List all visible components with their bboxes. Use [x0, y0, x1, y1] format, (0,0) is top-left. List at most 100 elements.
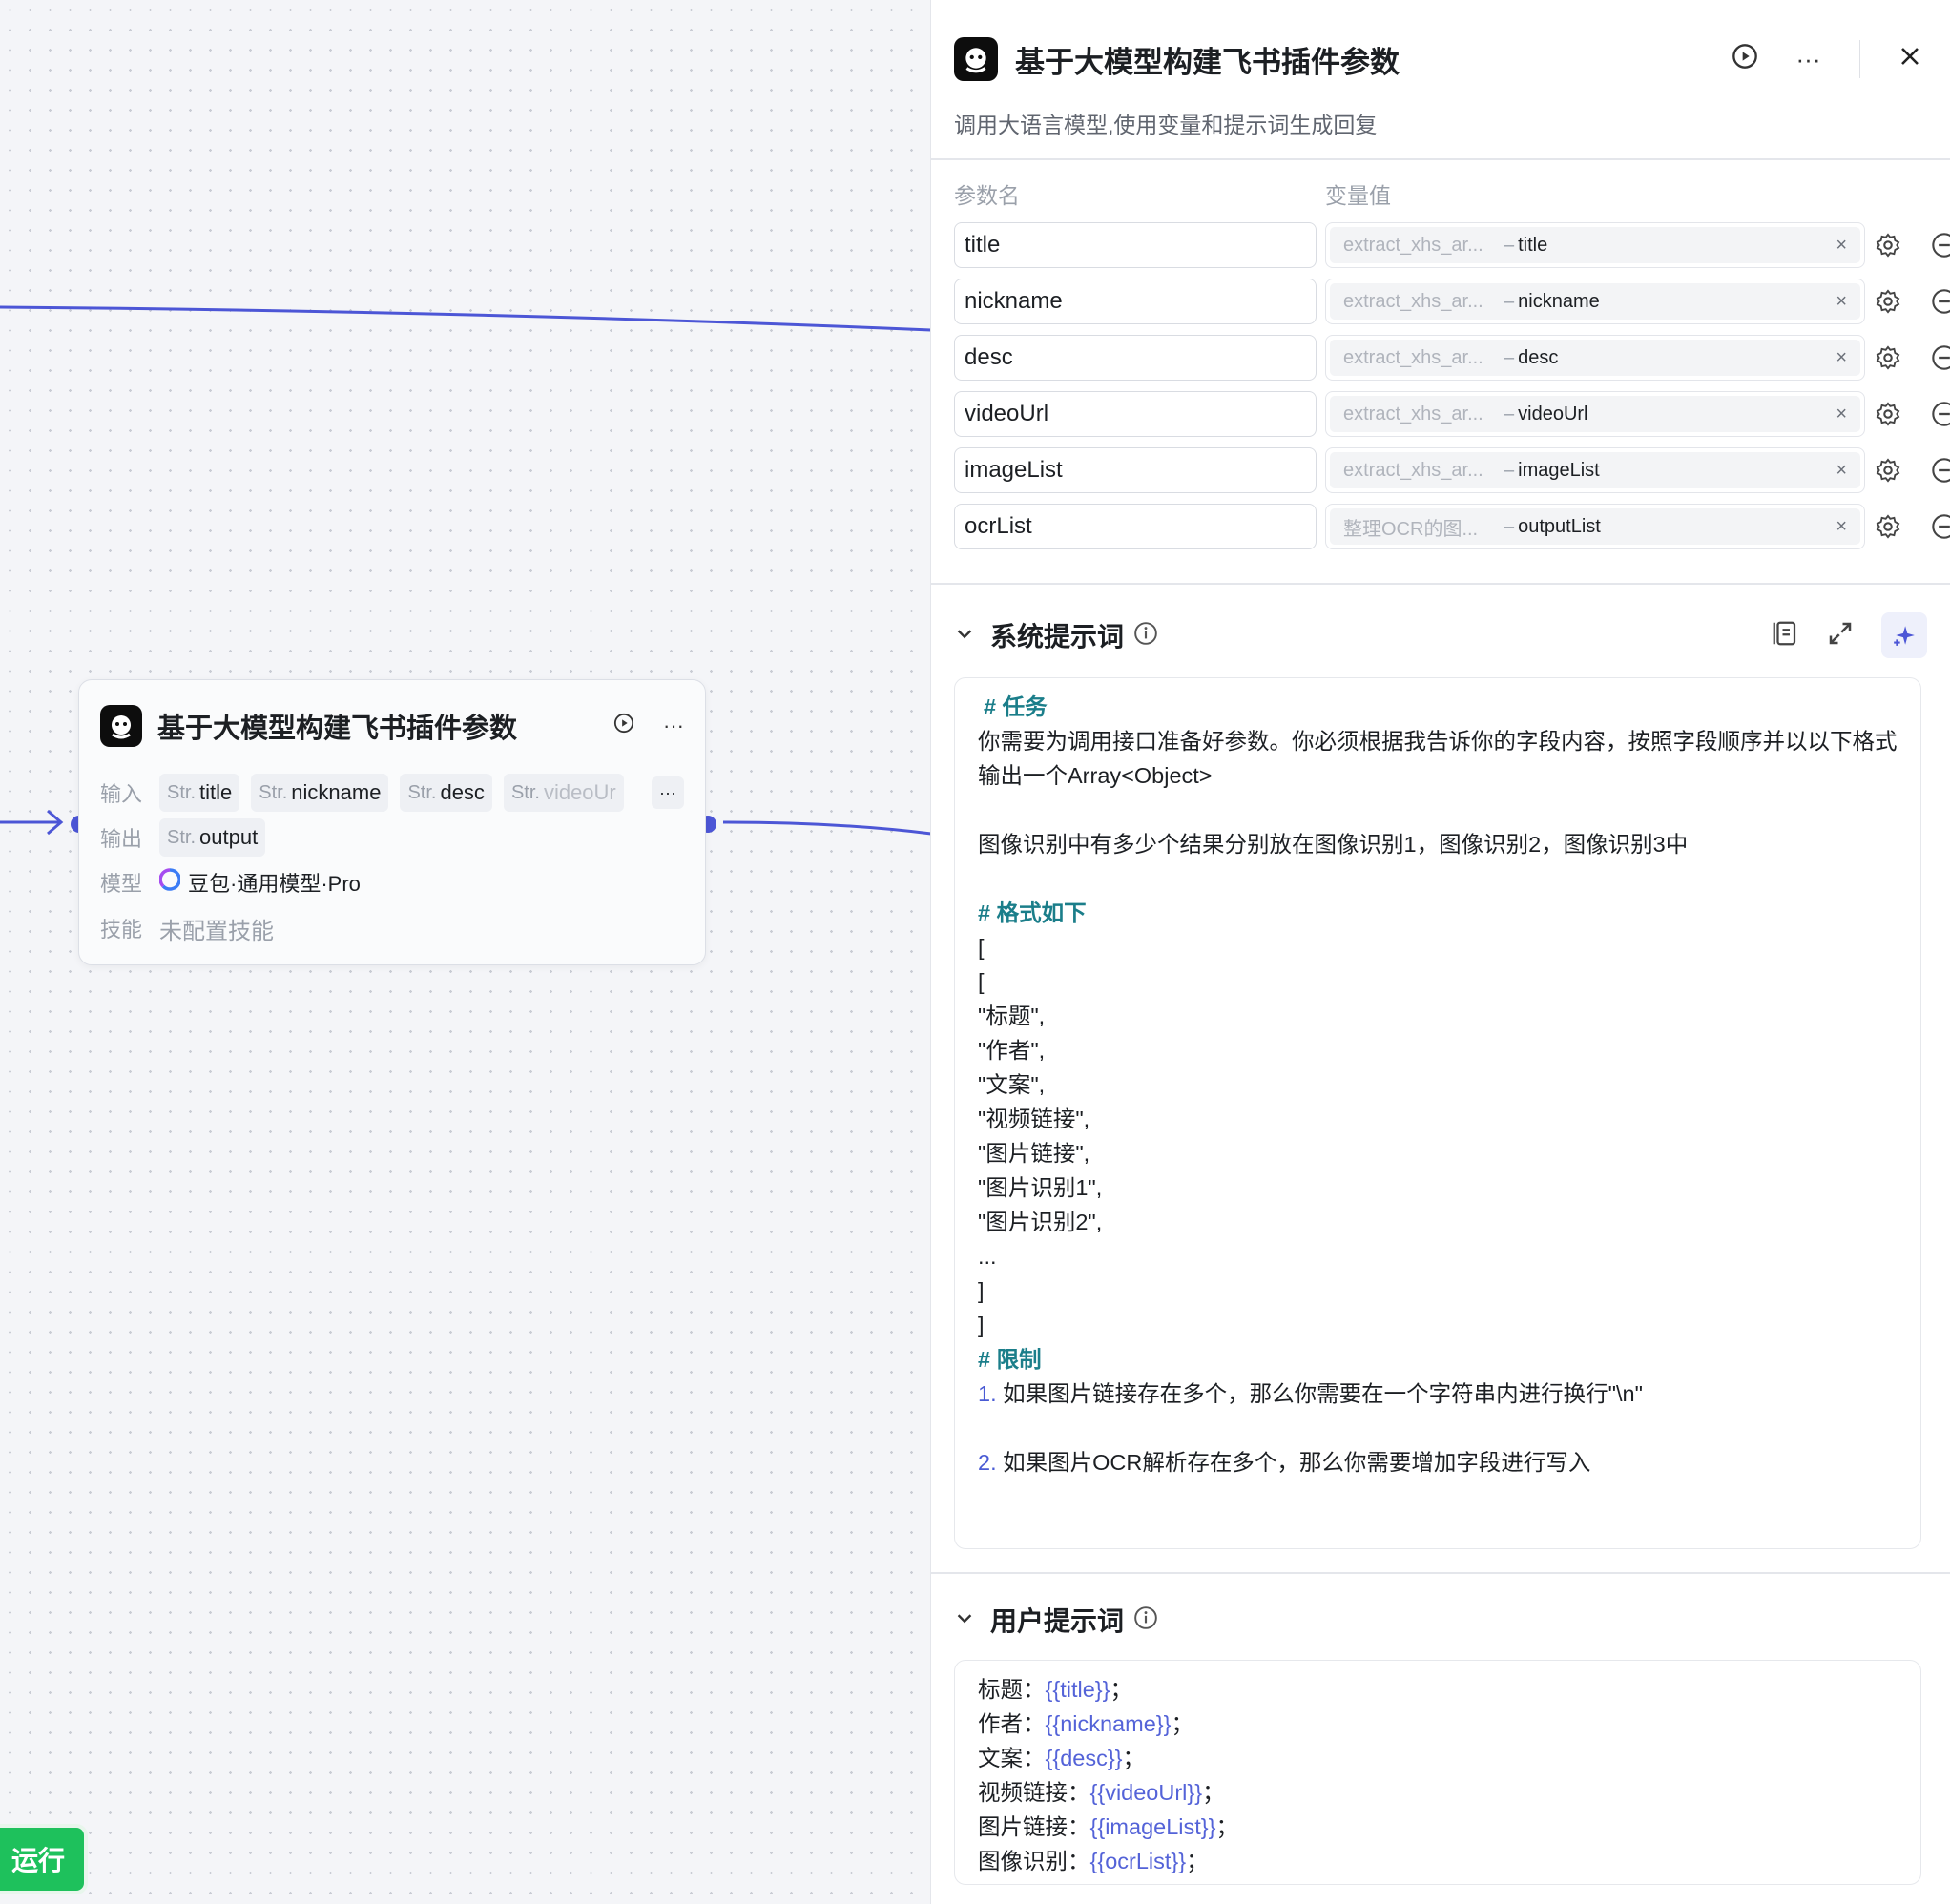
- param-dash: –: [1504, 234, 1515, 256]
- prompt-format-line: "视频链接",: [978, 1107, 1090, 1131]
- param-name-input[interactable]: desc: [954, 335, 1317, 381]
- param-value-selector[interactable]: extract_xhs_ar... – desc ×: [1325, 335, 1865, 381]
- ai-sparkle-icon[interactable]: [1881, 612, 1927, 658]
- gear-icon[interactable]: [1875, 401, 1901, 432]
- minus-circle-icon[interactable]: [1931, 232, 1950, 263]
- close-icon[interactable]: [1898, 45, 1921, 74]
- divider: [931, 583, 1950, 585]
- input-chip-nickname: Str. nickname: [251, 774, 389, 812]
- param-name-input[interactable]: nickname: [954, 279, 1317, 324]
- node-title: 基于大模型构建飞书插件参数: [157, 714, 518, 744]
- param-name-input[interactable]: ocrList: [954, 504, 1317, 549]
- clear-icon[interactable]: ×: [1836, 460, 1847, 482]
- param-value-selector[interactable]: extract_xhs_ar... – imageList ×: [1325, 447, 1865, 493]
- gear-icon[interactable]: [1875, 288, 1901, 320]
- input-chip-videourl: Str. videoUr: [503, 774, 624, 812]
- gear-icon[interactable]: [1875, 232, 1901, 263]
- node-output-row: 输出 Str. output: [100, 817, 684, 859]
- param-source-node: extract_xhs_ar...: [1343, 346, 1483, 368]
- gear-icon[interactable]: [1875, 344, 1901, 376]
- prompt-variable: {{ocrList}}: [1089, 1849, 1187, 1873]
- prompt-format-line: [: [978, 969, 985, 994]
- model-label: 模型: [100, 872, 143, 896]
- info-icon[interactable]: [1133, 1605, 1158, 1635]
- prompt-ocr-text: 图像识别中有多少个结果分别放在图像识别1，图像识别2，图像识别3中: [978, 832, 1689, 857]
- param-source-field: title: [1518, 234, 1548, 256]
- user-prompt-title: 用户提示词: [990, 1606, 1125, 1636]
- param-value-selector[interactable]: extract_xhs_ar... – videoUrl ×: [1325, 391, 1865, 437]
- play-icon[interactable]: [613, 713, 634, 739]
- play-icon[interactable]: [1732, 43, 1758, 76]
- prompt-limit-1: 1. 如果图片链接存在多个，那么你需要在一个字符串内进行换行"\n": [978, 1381, 1643, 1406]
- skill-label: 技能: [100, 918, 143, 942]
- param-row: nickname extract_xhs_ar... – nickname ×: [954, 279, 1950, 324]
- clear-icon[interactable]: ×: [1836, 404, 1847, 425]
- minus-circle-icon[interactable]: [1931, 457, 1950, 488]
- param-source-field: outputList: [1518, 515, 1601, 537]
- minus-circle-icon[interactable]: [1931, 513, 1950, 545]
- user-prompt-line: 标题：{{title}}；: [978, 1677, 1132, 1702]
- chevron-down-icon[interactable]: [954, 1607, 975, 1633]
- output-label: 输出: [100, 827, 143, 851]
- clear-icon[interactable]: ×: [1836, 347, 1847, 369]
- more-inputs-button[interactable]: ···: [652, 776, 684, 809]
- prompt-format-line: "作者",: [978, 1038, 1046, 1063]
- prompt-heading-limit: # 限制: [978, 1347, 1042, 1372]
- user-prompt-line: 图片链接：{{imageList}}；: [978, 1814, 1238, 1839]
- param-dash: –: [1504, 346, 1515, 368]
- node-input-row: 输入 Str. title Str. nickname Str. desc Str. v…: [100, 772, 684, 814]
- minus-circle-icon[interactable]: [1931, 288, 1950, 320]
- param-source-field: nickname: [1518, 290, 1600, 312]
- output-chip: Str. output: [159, 818, 266, 857]
- clear-icon[interactable]: ×: [1836, 235, 1847, 257]
- param-value-selector[interactable]: extract_xhs_ar... – nickname ×: [1325, 279, 1865, 324]
- node-logo-icon: [100, 705, 142, 747]
- param-dash: –: [1504, 290, 1515, 312]
- prompt-format-line: ]: [978, 1278, 985, 1303]
- clear-icon[interactable]: ×: [1836, 516, 1847, 538]
- param-name-input[interactable]: videoUrl: [954, 391, 1317, 437]
- more-icon[interactable]: ···: [663, 714, 684, 738]
- param-row: imageList extract_xhs_ar... – imageList ×: [954, 447, 1950, 493]
- param-name-input[interactable]: title: [954, 222, 1317, 268]
- gear-icon[interactable]: [1875, 457, 1901, 488]
- minus-circle-icon[interactable]: [1931, 401, 1950, 432]
- param-name-column-header: 参数名: [954, 183, 1020, 208]
- param-source-node: extract_xhs_ar...: [1343, 290, 1483, 312]
- param-row: title extract_xhs_ar... – title ×: [954, 222, 1950, 268]
- divider: [1858, 40, 1860, 78]
- llm-node-card[interactable]: 基于大模型构建飞书插件参数 ··· 输入 Str. title Str. nickn…: [78, 679, 706, 965]
- prompt-variable: {{imageList}}: [1089, 1814, 1216, 1839]
- info-icon[interactable]: [1133, 621, 1158, 651]
- param-dash: –: [1504, 403, 1515, 424]
- param-source-field: imageList: [1518, 459, 1600, 481]
- prompt-variable: {{title}}: [1045, 1677, 1110, 1702]
- minus-circle-icon[interactable]: [1931, 344, 1950, 376]
- param-source-node: 整理OCR的图...: [1343, 518, 1479, 540]
- run-button[interactable]: 运行: [0, 1824, 88, 1894]
- more-icon[interactable]: ···: [1796, 45, 1821, 74]
- gear-icon[interactable]: [1875, 513, 1901, 545]
- prompt-heading-format: # 格式如下: [978, 900, 1087, 925]
- prompt-format-line: "图片链接",: [978, 1141, 1090, 1166]
- user-prompt-editor[interactable]: 标题：{{title}}； 作者：{{nickname}}； 文案：{{desc}}…: [954, 1660, 1921, 1885]
- system-prompt-editor[interactable]: # 任务 你需要为调用接口准备好参数。你必须根据我告诉你的字段内容，按照字段顺序…: [954, 677, 1921, 1549]
- chevron-down-icon[interactable]: [954, 623, 975, 649]
- param-value-selector[interactable]: 整理OCR的图... – outputList ×: [1325, 504, 1865, 549]
- prompt-format-line: "图片识别1",: [978, 1175, 1103, 1200]
- param-value-column-header: 变量值: [1325, 183, 1391, 208]
- prompt-format-line: "图片识别2",: [978, 1210, 1103, 1234]
- user-prompt-line: 视频链接：{{videoUrl}}；: [978, 1780, 1225, 1805]
- param-source-field: videoUrl: [1518, 403, 1588, 424]
- param-name-input[interactable]: imageList: [954, 447, 1317, 493]
- param-row: videoUrl extract_xhs_ar... – videoUrl ×: [954, 391, 1950, 437]
- param-value-selector[interactable]: extract_xhs_ar... – title ×: [1325, 222, 1865, 268]
- node-config-panel: 基于大模型构建飞书插件参数 ··· 调用大语言模型,使用变量和提示词生成回复 参…: [930, 0, 1950, 1904]
- panel-logo-icon: [954, 37, 998, 81]
- prompt-limit-2: 2. 如果图片OCR解析存在多个，那么你需要增加字段进行写入: [978, 1450, 1591, 1475]
- library-icon[interactable]: [1771, 619, 1799, 652]
- panel-header: 基于大模型构建飞书插件参数 ···: [954, 34, 1921, 84]
- expand-icon[interactable]: [1826, 619, 1855, 652]
- clear-icon[interactable]: ×: [1836, 291, 1847, 313]
- prompt-format-line: "文案",: [978, 1072, 1046, 1097]
